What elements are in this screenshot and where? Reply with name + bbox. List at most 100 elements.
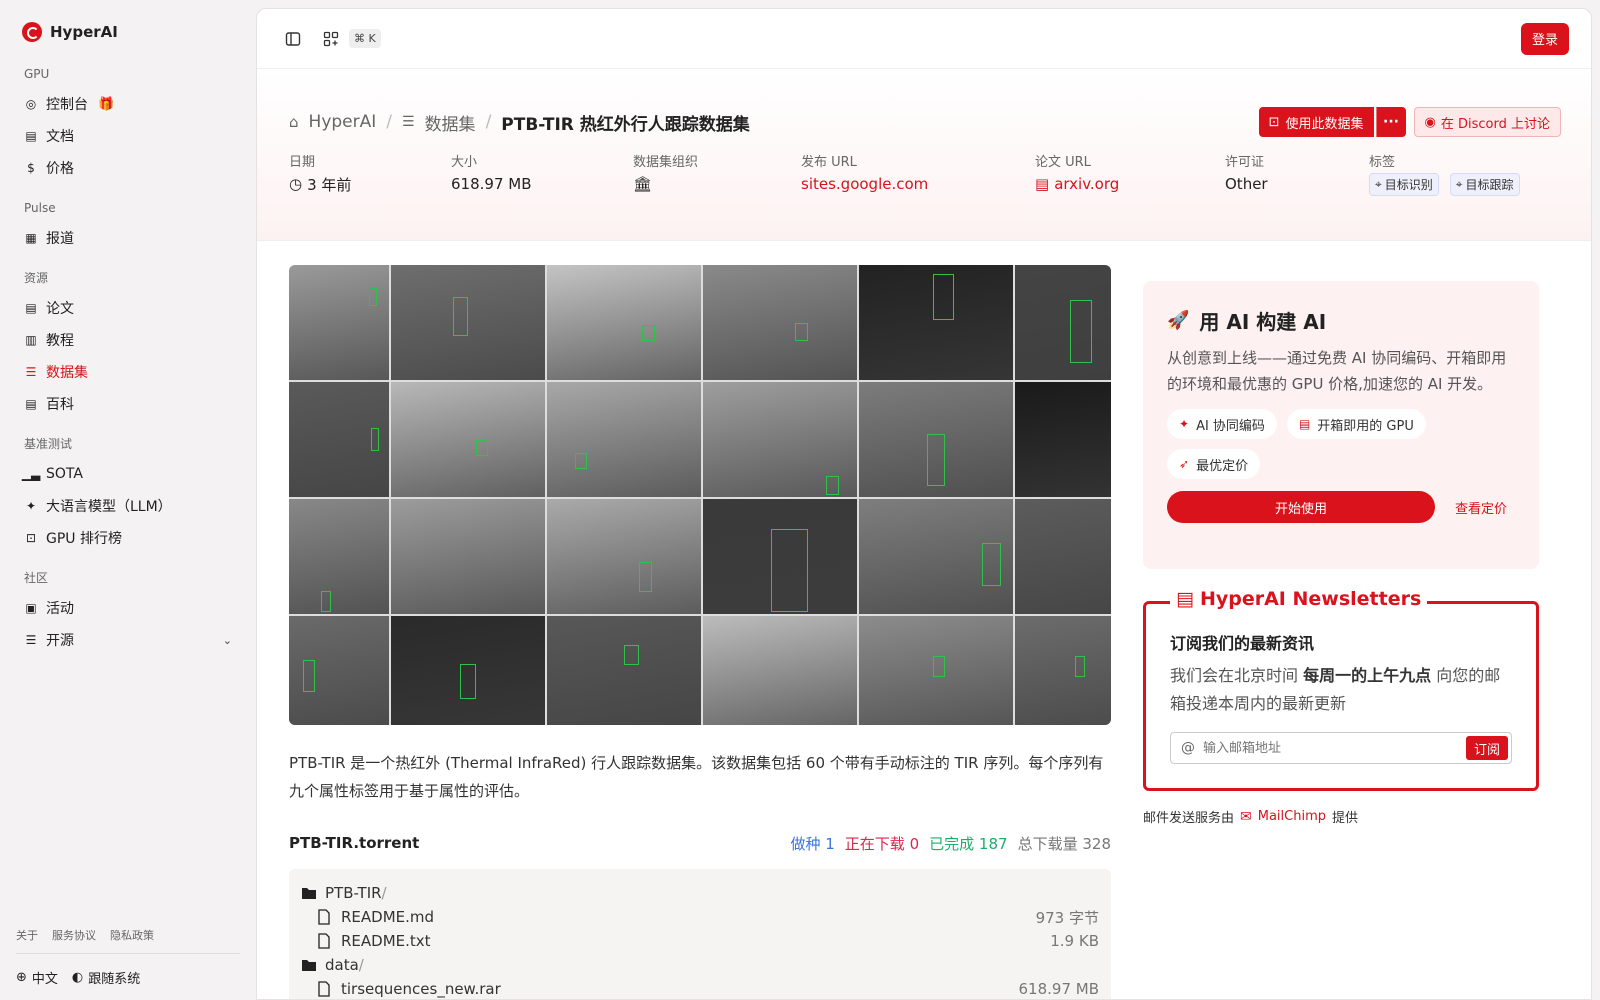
section-title-resources: 资源: [24, 271, 49, 285]
thermal-frame: [1015, 265, 1111, 380]
tracking-box: [303, 659, 315, 692]
sidebar-item-open-source[interactable]: ☰ 开源 ⌄: [16, 626, 240, 654]
email-input[interactable]: [1203, 740, 1466, 756]
file-name: tirsequences_new.rar: [341, 980, 501, 998]
torrent-name[interactable]: PTB-TIR.torrent: [289, 834, 419, 852]
promo-card: 🚀 用 AI 构建 AI 从创意到上线——通过免费 AI 协同编码、开箱即用的环境…: [1143, 281, 1539, 569]
sidebar-toggle-icon[interactable]: [279, 25, 307, 53]
file-tree: PTB-TIR / README.md 973 字节 README.txt 1.9…: [289, 869, 1111, 999]
language-switch[interactable]: ⊕ 中文: [16, 968, 58, 987]
login-button[interactable]: 登录: [1520, 22, 1569, 55]
mailchimp-link[interactable]: MailChimp: [1258, 809, 1326, 824]
footer-link-privacy[interactable]: 隐私政策: [110, 927, 154, 943]
use-dataset-label: 使用此数据集: [1285, 116, 1364, 132]
tracking-box: [1075, 656, 1085, 677]
sidebar-item-label: GPU 排行榜: [46, 531, 122, 547]
mail-provider-note: 邮件发送服务由 ✉ MailChimp 提供: [1143, 807, 1358, 827]
sidebar-item-llm[interactable]: ✦ 大语言模型（LLM）: [16, 492, 240, 520]
feature-pill: ➶ 最优定价: [1167, 449, 1261, 479]
breadcrumb-separator: /: [386, 112, 392, 132]
newsletter-title-text: HyperAI Newsletters: [1199, 588, 1422, 610]
main-panel: ⌘ K 登录 ⌂ HyperAI / ☰ 数据集 / PTB-TIR 热红外行人…: [256, 8, 1592, 1000]
globe-icon: ⊕: [16, 969, 27, 985]
thermal-frame: [703, 499, 857, 614]
dataset-meta: 日期 ◷ 3 年前 大小 618.97 MB 数据集组织 🏛 发布 URL sit…: [289, 151, 1559, 197]
sidebar-item-label: SOTA: [46, 466, 83, 482]
stat-value: 328: [1082, 834, 1111, 853]
sidebar-item-tutorials[interactable]: ▥ 教程: [16, 326, 240, 354]
sidebar-item-wiki[interactable]: ▤ 百科: [16, 390, 240, 418]
tracking-box: [1070, 299, 1092, 363]
use-dataset-button[interactable]: ⊡ 使用此数据集: [1258, 107, 1374, 137]
sidebar-item-datasets[interactable]: ☰ 数据集: [16, 358, 240, 386]
thermal-frame: [859, 616, 1013, 725]
encyclopedia-icon: ▤: [25, 397, 37, 411]
sidebar-item-sota[interactable]: ▁▃ SOTA: [16, 460, 240, 488]
file-row[interactable]: tirsequences_new.rar 618.97 MB: [301, 977, 1099, 999]
thermal-frame: [547, 382, 701, 497]
dataset-preview-image: [289, 265, 1111, 725]
thermal-frame: [703, 616, 857, 725]
footer-link-terms[interactable]: 服务协议: [52, 927, 96, 943]
paper-url-link[interactable]: arxiv.org: [1054, 175, 1119, 193]
theme-switch[interactable]: ◐ 跟随系统: [72, 968, 140, 987]
file-name: README.txt: [341, 932, 431, 950]
promo-title: 用 AI 构建 AI: [1199, 309, 1327, 334]
file-icon: [317, 933, 335, 949]
footer-link-about[interactable]: 关于: [16, 927, 38, 943]
sidebar-item-events[interactable]: ▣ 活动: [16, 594, 240, 622]
start-button[interactable]: 开始使用: [1167, 491, 1435, 523]
bar-chart-icon: ▁▃: [21, 467, 41, 481]
discord-button[interactable]: ◉ 在 Discord 上讨论: [1413, 107, 1561, 137]
sidebar-item-console[interactable]: ◎ 控制台 🎁: [16, 90, 240, 118]
sidebar-item-papers[interactable]: ▤ 论文: [16, 294, 240, 322]
gauge-icon: ◎: [25, 97, 37, 111]
sidebar-item-gpu-leaderboard[interactable]: ⊡ GPU 排行榜: [16, 524, 240, 552]
breadcrumb-home[interactable]: HyperAI: [309, 112, 377, 132]
view-pricing-link[interactable]: 查看定价: [1455, 498, 1507, 517]
rocket-icon: ➶: [1179, 457, 1190, 471]
file-row[interactable]: README.txt 1.9 KB: [301, 929, 1099, 953]
file-row[interactable]: data /: [301, 953, 1099, 977]
rocket-icon: 🚀: [1167, 309, 1190, 331]
thermal-frame: [391, 382, 545, 497]
thermal-frame: [547, 499, 701, 614]
sidebar-item-pricing[interactable]: $ 价格: [16, 154, 240, 182]
terminal-icon: ⊡: [1268, 114, 1280, 130]
sidebar-item-news[interactable]: ▦ 报道: [16, 224, 240, 252]
file-row[interactable]: README.md 973 字节: [301, 905, 1099, 929]
dataset-header: ⌂ HyperAI / ☰ 数据集 / PTB-TIR 热红外行人跟踪数据集 ⊡…: [257, 69, 1591, 241]
logo[interactable]: HyperAI: [22, 20, 240, 44]
thermal-frame: [703, 265, 857, 380]
file-row[interactable]: PTB-TIR /: [301, 881, 1099, 905]
tracking-box: [926, 433, 946, 486]
file-size: 973 字节: [1035, 908, 1099, 927]
stat-value: 187: [978, 834, 1008, 853]
sidebar-item-label: 文档: [46, 129, 74, 145]
breadcrumb-separator: /: [485, 112, 492, 132]
publish-url-link[interactable]: sites.google.com: [801, 171, 1035, 197]
breadcrumb-section[interactable]: 数据集: [425, 110, 476, 135]
calendar-icon: ▣: [25, 601, 37, 615]
file-name: PTB-TIR: [325, 884, 382, 902]
tag[interactable]: ⌖ 目标识别: [1369, 172, 1439, 196]
sidebar-item-docs[interactable]: ▤ 文档: [16, 122, 240, 150]
command-shortcut[interactable]: ⌘ K: [349, 29, 381, 48]
apps-grid-icon[interactable]: [317, 25, 345, 53]
sidebar-item-label: 价格: [46, 161, 74, 177]
subscribe-button[interactable]: 订阅: [1465, 736, 1508, 760]
meta-label: 标签: [1369, 155, 1396, 170]
tag[interactable]: ⌖ 目标跟踪: [1449, 172, 1520, 196]
stat-label: 已完成: [929, 834, 975, 853]
meta-date: 日期 ◷ 3 年前: [289, 151, 451, 197]
tracking-box: [795, 322, 808, 341]
sidebar-item-label: 百科: [46, 397, 74, 413]
downloading-stat: 正在下载 0: [845, 833, 919, 854]
sidebar-item-label: 论文: [46, 301, 74, 317]
thermal-frame: [703, 382, 857, 497]
thermal-frame: [289, 616, 389, 725]
thermal-frame: [547, 616, 701, 725]
sidebar-footer: 关于 服务协议 隐私政策 ⊕ 中文 ◐ 跟随系统: [16, 927, 240, 1000]
more-options-button[interactable]: ···: [1375, 107, 1406, 137]
paper-icon: ▤: [25, 301, 37, 315]
